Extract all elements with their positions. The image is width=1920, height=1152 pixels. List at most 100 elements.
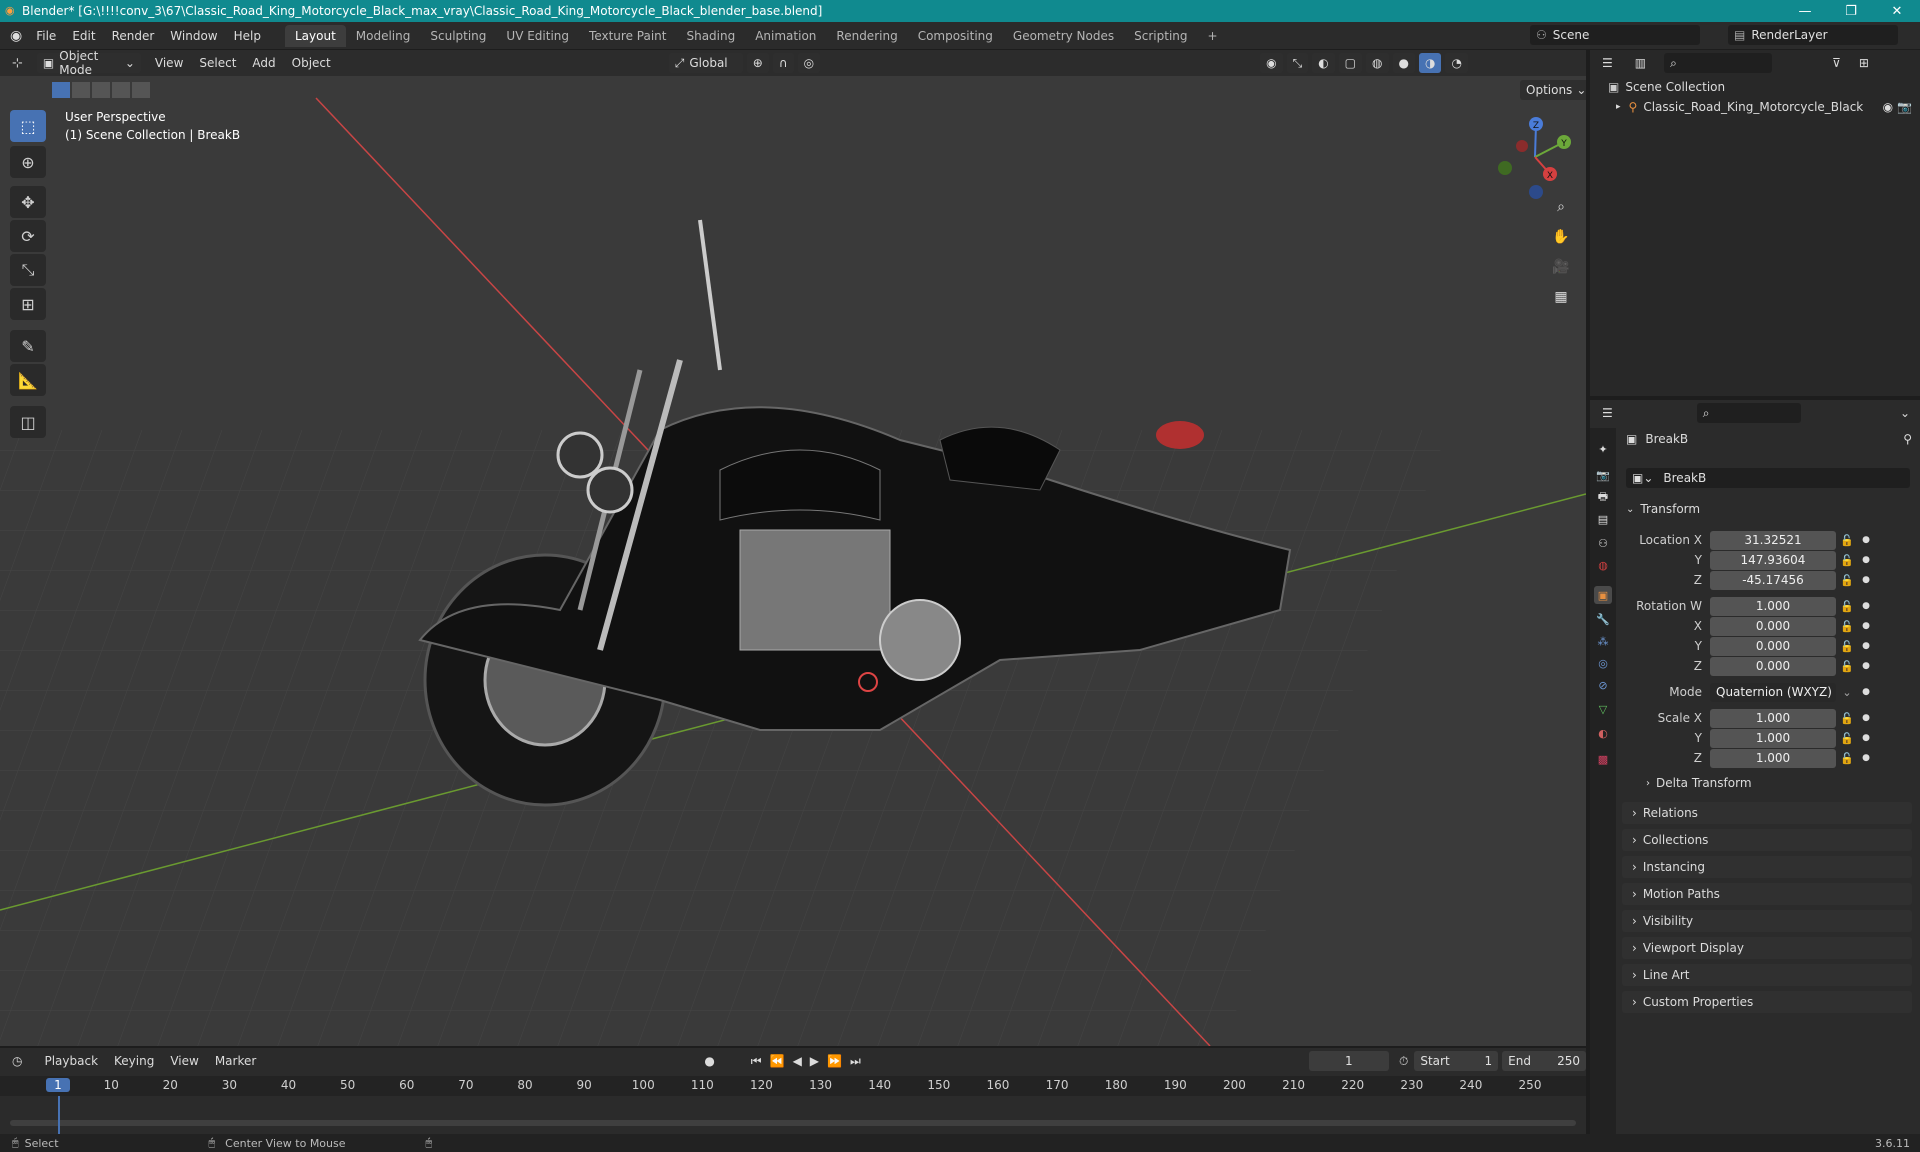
select-subtract-icon[interactable]	[92, 82, 110, 98]
mode-dropdown[interactable]: ▣ Object Mode ⌄	[36, 50, 141, 77]
location-z-field[interactable]: -45.17456	[1710, 570, 1836, 590]
select-invert-icon[interactable]	[112, 82, 130, 98]
tab-material[interactable]: ◐	[1594, 724, 1612, 742]
timeline-ruler[interactable]: 1 10 20 30 40 50 60 70 80 90 100 110 120 130 140 150 160…	[0, 1076, 1586, 1096]
keyframe-icon[interactable]: ●	[1858, 661, 1874, 671]
tab-view-layer[interactable]: ▤	[1594, 510, 1612, 528]
restore-icon[interactable]: ❐	[1828, 0, 1874, 22]
keyframe-icon[interactable]: ●	[1858, 753, 1874, 763]
transform-tool[interactable]: ⊞	[10, 288, 46, 320]
tab-modifiers[interactable]: 🔧	[1594, 610, 1612, 628]
tab-rendering[interactable]: Rendering	[826, 25, 907, 47]
tab-sculpting[interactable]: Sculpting	[420, 25, 496, 47]
shading-wireframe[interactable]: ◍	[1366, 53, 1389, 73]
tab-compositing[interactable]: Compositing	[908, 25, 1003, 47]
lock-icon[interactable]: 🔓	[1836, 574, 1858, 587]
lock-icon[interactable]: 🔓	[1836, 640, 1858, 653]
viewport-menu-add[interactable]: Add	[244, 56, 283, 70]
camera-view-button[interactable]: 🎥	[1548, 254, 1574, 280]
keyframe-icon[interactable]: ●	[1858, 621, 1874, 631]
select-box-tool[interactable]: ⬚	[10, 110, 46, 142]
rotation-w-field[interactable]: 1.000	[1710, 596, 1836, 616]
panel-viewport-display[interactable]: › Viewport Display	[1622, 937, 1912, 959]
lock-icon[interactable]: 🔓	[1836, 554, 1858, 567]
scale-x-field[interactable]: 1.000	[1710, 708, 1836, 728]
timeline-menu-keying[interactable]: Keying	[106, 1054, 162, 1068]
tab-particles[interactable]: ⁂	[1594, 632, 1612, 650]
measure-tool[interactable]: 📐	[10, 364, 46, 396]
scene-collection-row[interactable]: ▣ Scene Collection	[1608, 80, 1725, 94]
panel-relations[interactable]: › Relations	[1622, 802, 1912, 824]
menu-render[interactable]: Render	[104, 29, 163, 43]
keyframe-icon[interactable]: ●	[1858, 535, 1874, 545]
rotation-y-field[interactable]: 0.000	[1710, 636, 1836, 656]
close-icon[interactable]: ✕	[1874, 0, 1920, 22]
cursor-tool[interactable]: ⊕	[10, 146, 46, 178]
blender-menu-icon[interactable]: ◉	[10, 28, 22, 44]
viewport-menu-view[interactable]: View	[147, 56, 191, 70]
options-button[interactable]: Options ⌄	[1520, 80, 1586, 100]
lock-icon[interactable]: 🔓	[1836, 752, 1858, 765]
tab-physics[interactable]: ◎	[1594, 654, 1612, 672]
keyframe-icon[interactable]: ●	[1858, 601, 1874, 611]
expand-arrow-icon[interactable]: ▸	[1616, 102, 1621, 112]
3d-viewport[interactable]: ⊹ ▣ Object Mode ⌄ View Select Add Object…	[0, 50, 1586, 1046]
zoom-button[interactable]: ⌕	[1548, 194, 1574, 220]
jump-end-icon[interactable]: ⏭	[850, 1054, 861, 1069]
timeline-track-area[interactable]	[0, 1096, 1586, 1136]
end-frame-field[interactable]: End 250	[1502, 1051, 1587, 1071]
lock-icon[interactable]: 🔓	[1836, 660, 1858, 673]
panel-motion-paths[interactable]: › Motion Paths	[1622, 883, 1912, 905]
annotate-tool[interactable]: ✎	[10, 330, 46, 362]
jump-start-icon[interactable]: ⏮	[751, 1054, 762, 1069]
panel-custom-properties[interactable]: › Custom Properties	[1622, 991, 1912, 1013]
tab-output[interactable]: 🖶	[1594, 488, 1612, 506]
orientation-dropdown[interactable]: ⤢ Global	[668, 53, 743, 73]
tab-texture-paint[interactable]: Texture Paint	[579, 25, 676, 47]
tab-scripting[interactable]: Scripting	[1124, 25, 1197, 47]
chevron-down-icon[interactable]: ⌄	[1900, 406, 1910, 420]
gizmo-toggle[interactable]: ⤡	[1286, 53, 1309, 73]
keyframe-icon[interactable]: ●	[1858, 555, 1874, 565]
rotation-x-field[interactable]: 0.000	[1710, 616, 1836, 636]
minimize-icon[interactable]: —	[1782, 0, 1828, 22]
xray-toggle[interactable]: ▢	[1338, 53, 1363, 73]
prev-keyframe-icon[interactable]: ⏪	[770, 1054, 785, 1068]
tab-animation[interactable]: Animation	[745, 25, 826, 47]
panel-line-art[interactable]: › Line Art	[1622, 964, 1912, 986]
stopwatch-icon[interactable]: ⏱	[1399, 1054, 1408, 1069]
playhead[interactable]	[58, 1096, 60, 1136]
tab-object[interactable]: ▣	[1594, 586, 1612, 604]
editor-type-icon[interactable]: ⊹	[12, 56, 23, 71]
keyframe-icon[interactable]: ●	[1858, 687, 1874, 697]
display-mode-icon[interactable]: ▥	[1635, 56, 1646, 70]
menu-file[interactable]: File	[28, 29, 64, 43]
outliner-item[interactable]: ▸ ⚲ Classic_Road_King_Motorcycle_Black ◉…	[1616, 98, 1916, 116]
shading-material[interactable]: ◑	[1418, 53, 1442, 73]
overlay-toggle[interactable]: ◐	[1312, 53, 1335, 73]
tab-world[interactable]: ◍	[1594, 556, 1612, 574]
delta-transform-header[interactable]: › Delta Transform	[1646, 776, 1752, 790]
scene-selector[interactable]: ⚇ Scene	[1530, 25, 1700, 45]
lock-icon[interactable]: 🔓	[1836, 620, 1858, 633]
scale-y-field[interactable]: 1.000	[1710, 728, 1836, 748]
tab-tool[interactable]: ✦	[1594, 440, 1612, 458]
play-reverse-icon[interactable]: ◀	[793, 1054, 802, 1068]
object-name-field[interactable]: ▣⌄ BreakB	[1626, 468, 1910, 488]
menu-edit[interactable]: Edit	[64, 29, 103, 43]
tab-shading[interactable]: Shading	[676, 25, 745, 47]
pan-button[interactable]: ✋	[1548, 224, 1574, 250]
select-new-icon[interactable]	[52, 82, 70, 98]
start-frame-field[interactable]: Start 1	[1414, 1051, 1499, 1071]
viewport-menu-select[interactable]: Select	[191, 56, 244, 70]
tab-geometry-nodes[interactable]: Geometry Nodes	[1003, 25, 1124, 47]
tab-scene[interactable]: ⚇	[1594, 534, 1612, 552]
tab-texture[interactable]: ▩	[1594, 750, 1612, 768]
rotation-mode-dropdown[interactable]: Quaternion (WXYZ)	[1710, 682, 1836, 702]
next-keyframe-icon[interactable]: ⏩	[827, 1054, 842, 1068]
tab-modeling[interactable]: Modeling	[346, 25, 421, 47]
lock-icon[interactable]: 🔓	[1836, 600, 1858, 613]
location-y-field[interactable]: 147.93604	[1710, 550, 1836, 570]
eye-icon[interactable]: ◉	[1883, 100, 1893, 114]
keyframe-icon[interactable]: ●	[1858, 575, 1874, 585]
